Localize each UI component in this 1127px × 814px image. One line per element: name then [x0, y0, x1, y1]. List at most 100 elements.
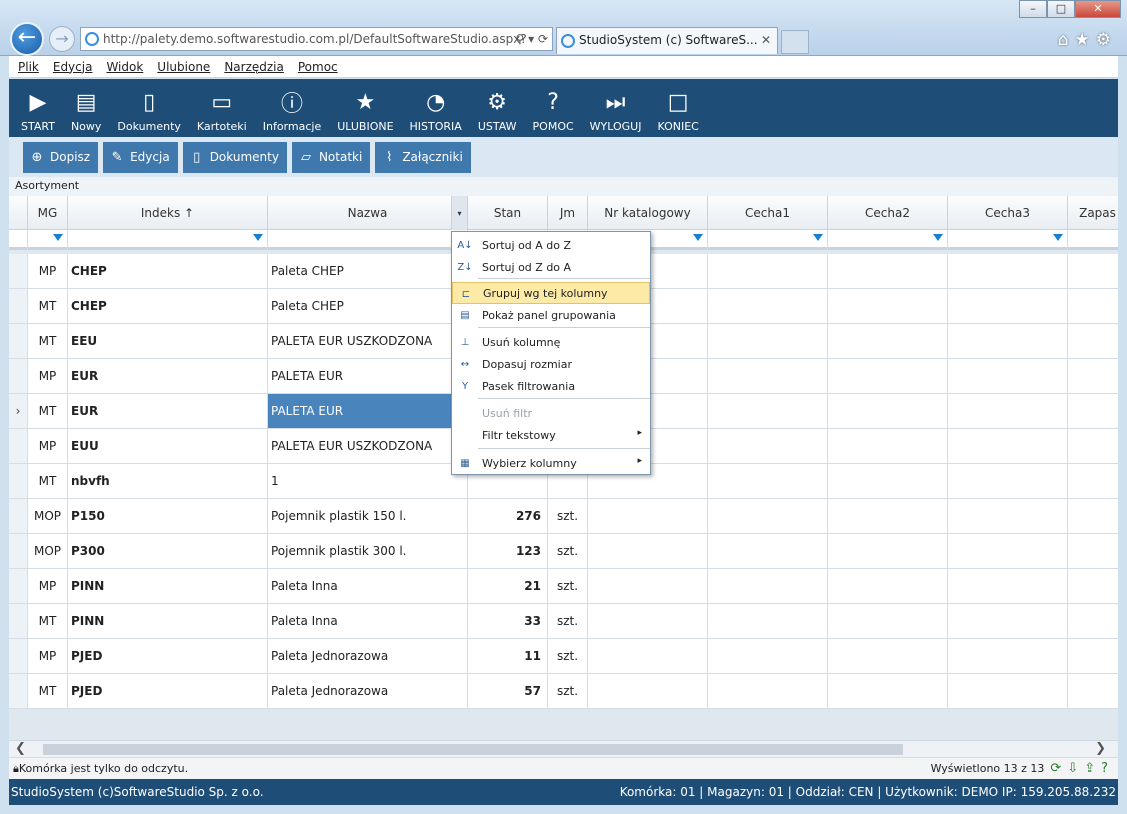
toolbar-pomoc-button[interactable]: ? POMOC	[525, 79, 582, 137]
filter-icon[interactable]	[53, 234, 63, 241]
cell-mg[interactable]: MT	[28, 464, 68, 498]
cell-nazwa[interactable]: Paleta CHEP	[268, 289, 468, 323]
maximize-button[interactable]: □	[1047, 0, 1075, 18]
header-cecha3[interactable]: Cecha3	[948, 196, 1068, 230]
cell-stan[interactable]: 57	[468, 674, 548, 708]
cell-jm[interactable]: szt.	[548, 604, 588, 638]
toolbar-dokumenty-button[interactable]: ▯ Dokumenty	[109, 79, 188, 137]
toolbar-nowy-button[interactable]: ▤ Nowy	[63, 79, 109, 137]
filter-cecha1[interactable]	[708, 230, 828, 250]
cell-cecha2[interactable]	[828, 534, 948, 568]
minimize-button[interactable]: –	[1019, 0, 1047, 18]
cell-zapas[interactable]	[1068, 639, 1118, 673]
cell-nazwa[interactable]: Paleta Inna	[268, 569, 468, 603]
menu-item-sortuj-od-a-do-z[interactable]: A↓ Sortuj od A do Z	[452, 234, 650, 256]
cell-zapas[interactable]	[1068, 499, 1118, 533]
cell-stan[interactable]: 11	[468, 639, 548, 673]
cell-jm[interactable]: szt.	[548, 674, 588, 708]
menu-ulubione[interactable]: Ulubione	[157, 60, 210, 74]
cell-mg[interactable]: MT	[28, 604, 68, 638]
cell-cecha2[interactable]	[828, 359, 948, 393]
menu-item-dopasuj-rozmiar[interactable]: ↔ Dopasuj rozmiar	[452, 353, 650, 375]
cell-nazwa[interactable]: Paleta Inna	[268, 604, 468, 638]
notatki-button[interactable]: ▱ Notatki	[291, 141, 371, 173]
header-nazwa[interactable]: Nazwa ▾	[268, 196, 468, 230]
cell-cecha1[interactable]	[708, 359, 828, 393]
cell-nazwa[interactable]: PALETA EUR USZKODZONA	[268, 429, 468, 463]
cell-indeks[interactable]: EEU	[68, 324, 268, 358]
cell-cecha1[interactable]	[708, 639, 828, 673]
cell-cecha1[interactable]	[708, 254, 828, 288]
cell-zapas[interactable]	[1068, 359, 1118, 393]
cell-cecha3[interactable]	[948, 359, 1068, 393]
cell-zapas[interactable]	[1068, 534, 1118, 568]
cell-mg[interactable]: MP	[28, 254, 68, 288]
cell-cecha2[interactable]	[828, 394, 948, 428]
cell-nr-katalogowy[interactable]	[588, 674, 708, 708]
status-tools-icons[interactable]: ⟳⇩⇪?	[1050, 761, 1114, 776]
cell-mg[interactable]: MP	[28, 639, 68, 673]
cell-nazwa[interactable]: Paleta Jednorazowa	[268, 639, 468, 673]
table-row[interactable]: MT PINN Paleta Inna 33 szt.	[9, 604, 1118, 639]
browser-tools-icons[interactable]: ⌂★⚙	[1058, 30, 1117, 50]
cell-nazwa[interactable]: PALETA EUR	[268, 394, 468, 428]
filter-icon[interactable]	[1053, 234, 1063, 241]
address-tools-icon[interactable]: ⚲ ▾ ⟳	[516, 28, 549, 50]
cell-cecha1[interactable]	[708, 499, 828, 533]
filter-cecha2[interactable]	[828, 230, 948, 250]
filter-icon[interactable]	[933, 234, 943, 241]
cell-cecha2[interactable]	[828, 464, 948, 498]
cell-indeks[interactable]: PJED	[68, 639, 268, 673]
toolbar-start-button[interactable]: ▶ START	[13, 79, 63, 137]
menu-item-grupuj-wg-tej-kolumny[interactable]: ⊏ Grupuj wg tej kolumny	[452, 282, 650, 304]
cell-indeks[interactable]: PINN	[68, 569, 268, 603]
menu-item-filtr-tekstowy[interactable]: Filtr tekstowy ▸	[452, 424, 650, 446]
cell-indeks[interactable]: nbvfh	[68, 464, 268, 498]
cell-nazwa[interactable]: PALETA EUR USZKODZONA	[268, 324, 468, 358]
cell-mg[interactable]: MP	[28, 569, 68, 603]
cell-cecha2[interactable]	[828, 604, 948, 638]
scroll-thumb[interactable]	[43, 744, 903, 755]
menu-item-pasek-filtrowania[interactable]: Y Pasek filtrowania	[452, 375, 650, 397]
filter-icon[interactable]	[693, 234, 703, 241]
cell-nazwa[interactable]: Pojemnik plastik 300 l.	[268, 534, 468, 568]
cell-zapas[interactable]	[1068, 604, 1118, 638]
table-row[interactable]: MP PJED Paleta Jednorazowa 11 szt.	[9, 639, 1118, 674]
cell-cecha1[interactable]	[708, 324, 828, 358]
cell-mg[interactable]: MT	[28, 674, 68, 708]
toolbar-historia-button[interactable]: ◔ HISTORIA	[402, 79, 470, 137]
cell-jm[interactable]: szt.	[548, 569, 588, 603]
cell-indeks[interactable]: PJED	[68, 674, 268, 708]
cell-nr-katalogowy[interactable]	[588, 534, 708, 568]
cell-cecha2[interactable]	[828, 289, 948, 323]
cell-mg[interactable]: MT	[28, 324, 68, 358]
cell-stan[interactable]: 123	[468, 534, 548, 568]
dokumenty-button[interactable]: ▯ Dokumenty	[182, 141, 287, 173]
cell-nr-katalogowy[interactable]	[588, 604, 708, 638]
cell-stan[interactable]: 276	[468, 499, 548, 533]
cell-cecha1[interactable]	[708, 569, 828, 603]
menu-item-pokaż-panel-grupowania[interactable]: ▤ Pokaż panel grupowania	[452, 304, 650, 326]
menu-item-usuń-kolumnę[interactable]: ⊥ Usuń kolumnę	[452, 331, 650, 353]
header-stan[interactable]: Stan	[468, 196, 548, 230]
cell-cecha2[interactable]	[828, 639, 948, 673]
menu-edycja[interactable]: Edycja	[53, 60, 93, 74]
cell-cecha3[interactable]	[948, 464, 1068, 498]
toolbar-koniec-button[interactable]: □ KONIEC	[649, 79, 706, 137]
cell-cecha1[interactable]	[708, 604, 828, 638]
cell-cecha2[interactable]	[828, 324, 948, 358]
cell-cecha2[interactable]	[828, 569, 948, 603]
cell-zapas[interactable]	[1068, 254, 1118, 288]
address-bar[interactable]: http://palety.demo.softwarestudio.com.pl…	[80, 27, 553, 51]
header-indeks[interactable]: Indeks ↑	[68, 196, 268, 230]
header-jm[interactable]: Jm	[548, 196, 588, 230]
cell-mg[interactable]: MP	[28, 429, 68, 463]
tab-close-icon[interactable]: ✕	[761, 28, 771, 53]
cell-cecha3[interactable]	[948, 639, 1068, 673]
toolbar-informacje-button[interactable]: ⓘ Informacje	[255, 79, 329, 137]
cell-cecha3[interactable]	[948, 604, 1068, 638]
cell-mg[interactable]: MP	[28, 359, 68, 393]
cell-cecha2[interactable]	[828, 254, 948, 288]
cell-indeks[interactable]: EUR	[68, 359, 268, 393]
cell-mg[interactable]: MT	[28, 394, 68, 428]
